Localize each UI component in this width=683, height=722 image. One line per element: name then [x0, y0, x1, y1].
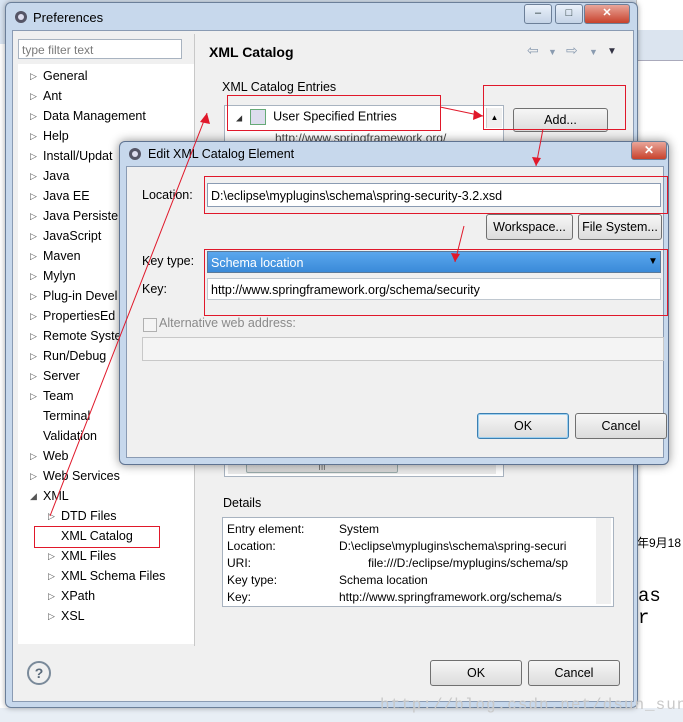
annotation-arrows: [49, 106, 544, 517]
watermark: http://blog.csdn.net/dsun_sun: [380, 696, 683, 714]
